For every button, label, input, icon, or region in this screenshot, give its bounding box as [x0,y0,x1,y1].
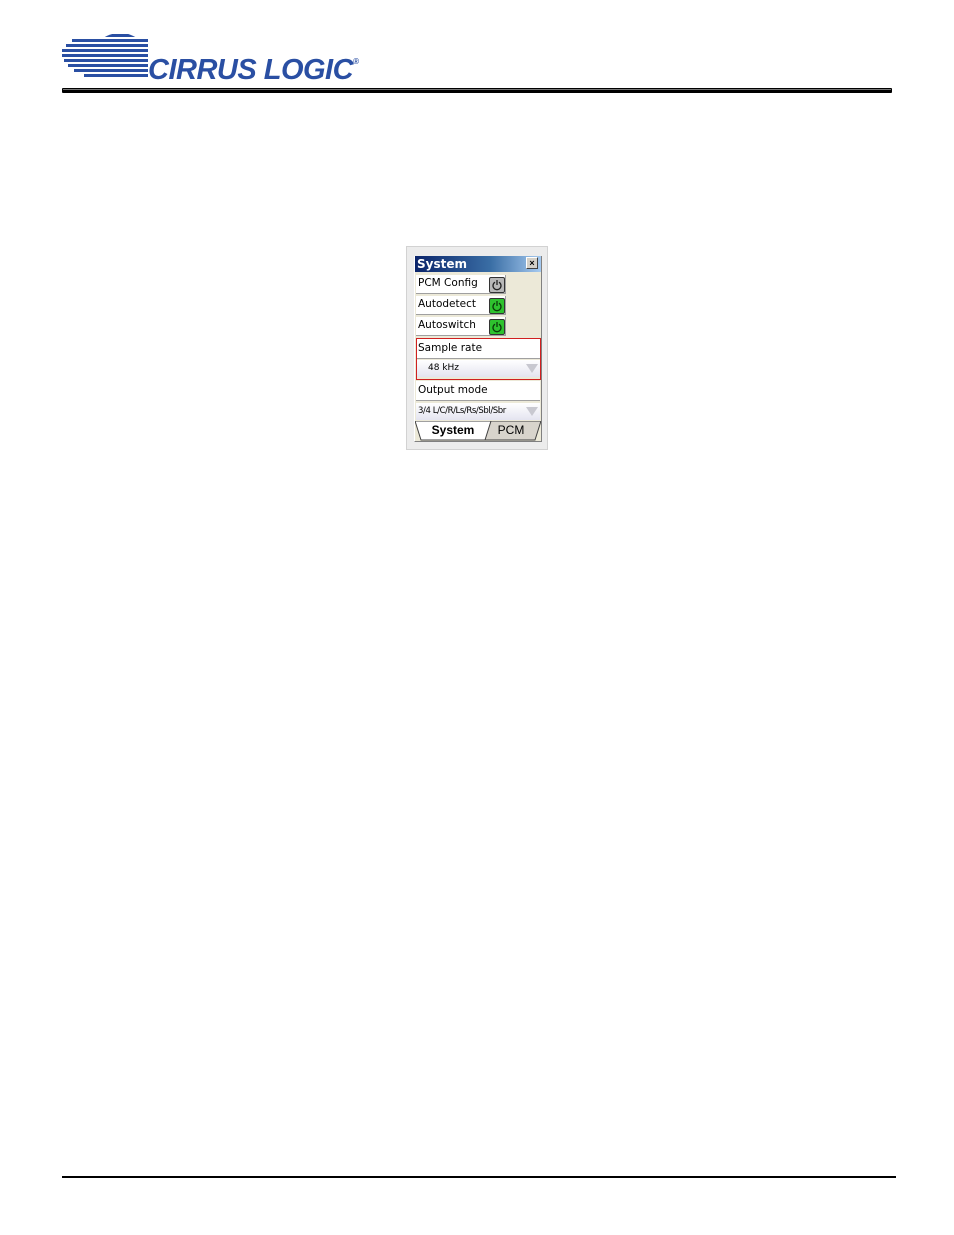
close-icon: × [529,258,535,268]
tab-system[interactable]: System [417,421,489,440]
panel-tabs: System PCM [415,421,541,441]
panel-titlebar[interactable]: System × [415,256,541,272]
chevron-down-icon [526,364,538,373]
footer-rule [62,1176,896,1178]
sample-rate-value: 48 kHz [428,363,460,373]
close-button[interactable]: × [526,257,538,269]
pcm-config-power-button[interactable] [489,277,505,293]
sample-rate-select[interactable]: 48 kHz [416,360,540,377]
system-panel: System × PCM Config Autodetect Autoswitc… [414,256,542,442]
company-name: CIRRUS LOGIC® [148,54,359,86]
autodetect-power-button[interactable] [489,298,505,314]
chevron-down-icon [526,407,538,416]
cirrus-logic-logo: CIRRUS LOGIC® [62,33,362,86]
header-rule [62,88,892,93]
panel-title: System [417,257,467,271]
output-mode-value: 3/4 L/C/R/Ls/Rs/Sbl/Sbr [418,406,506,416]
autoswitch-power-button[interactable] [489,319,505,335]
power-icon [492,301,502,312]
tab-pcm[interactable]: PCM [485,421,537,440]
power-icon [492,322,502,333]
power-icon [492,280,502,291]
output-mode-label: Output mode [416,381,540,401]
sample-rate-label: Sample rate [416,339,540,359]
logo-mark-icon [62,34,148,77]
output-mode-select[interactable]: 3/4 L/C/R/Ls/Rs/Sbl/Sbr [416,403,540,420]
